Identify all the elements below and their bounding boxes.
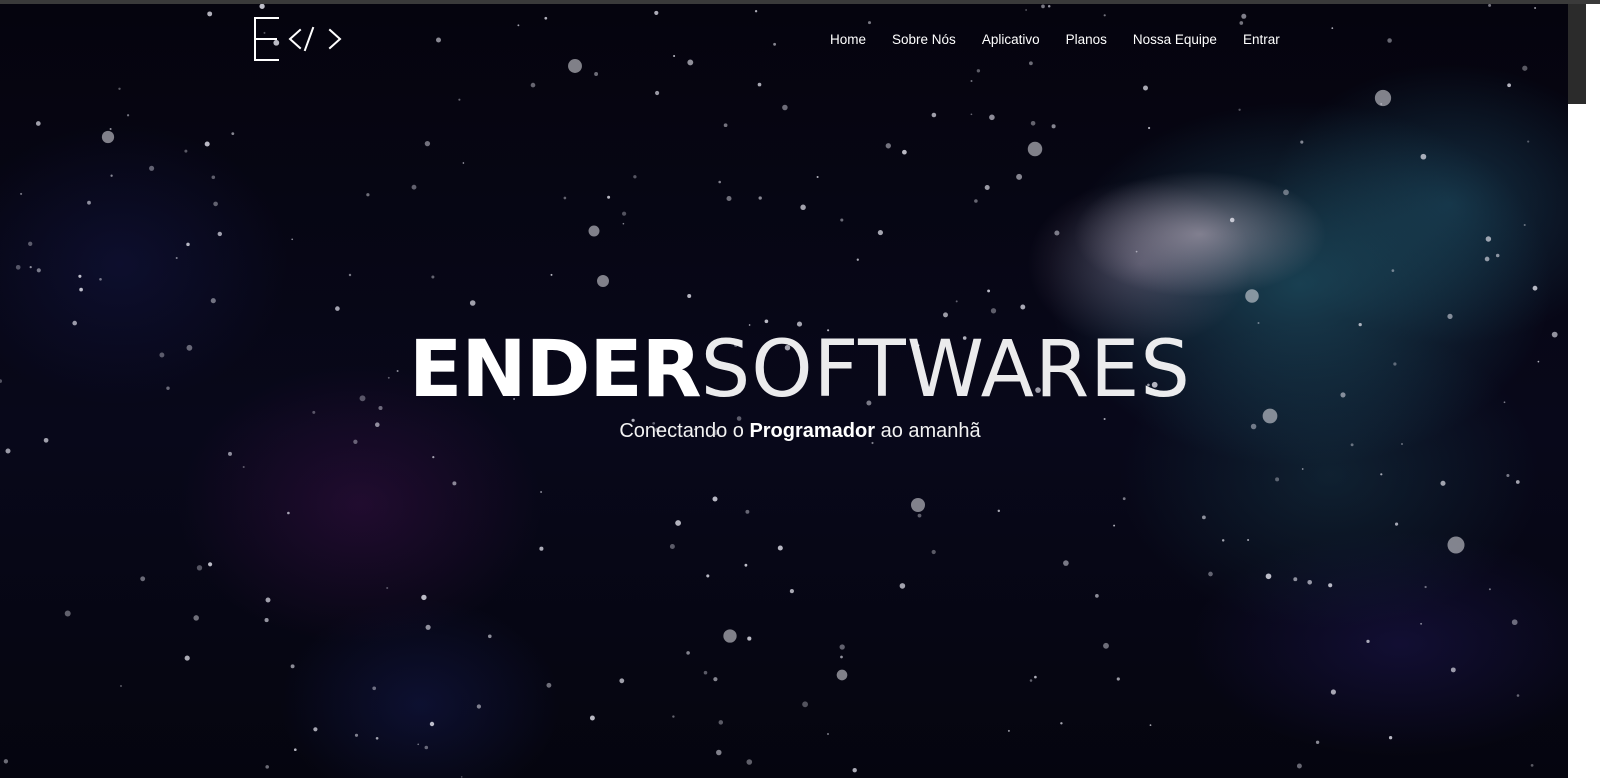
hero-title: ENDERSOFTWARES [0,325,1600,415]
nav-aplicativo-link[interactable]: Aplicativo [982,30,1040,50]
nav-entrar-link[interactable]: Entrar [1243,30,1280,50]
tagline-prefix: Conectando o [619,420,750,442]
nav-sobre-nos-link[interactable]: Sobre Nós [892,30,956,50]
hero-tagline: Conectando o Programador ao amanhã [0,420,1600,443]
tagline-highlight: Programador [749,420,876,442]
hero-title-light: SOFTWARES [700,325,1191,415]
logo-icon[interactable] [250,16,346,66]
hero-title-bold: ENDER [409,325,702,415]
scrollbar-thumb[interactable] [1568,4,1586,104]
nav-nossa-equipe-link[interactable]: Nossa Equipe [1133,30,1217,50]
nav-home-link[interactable]: Home [830,30,866,50]
tagline-suffix: ao amanhã [875,420,981,442]
main-nav: Home Sobre Nós Aplicativo Planos Nossa E… [830,30,1306,50]
nav-planos-link[interactable]: Planos [1066,30,1107,50]
